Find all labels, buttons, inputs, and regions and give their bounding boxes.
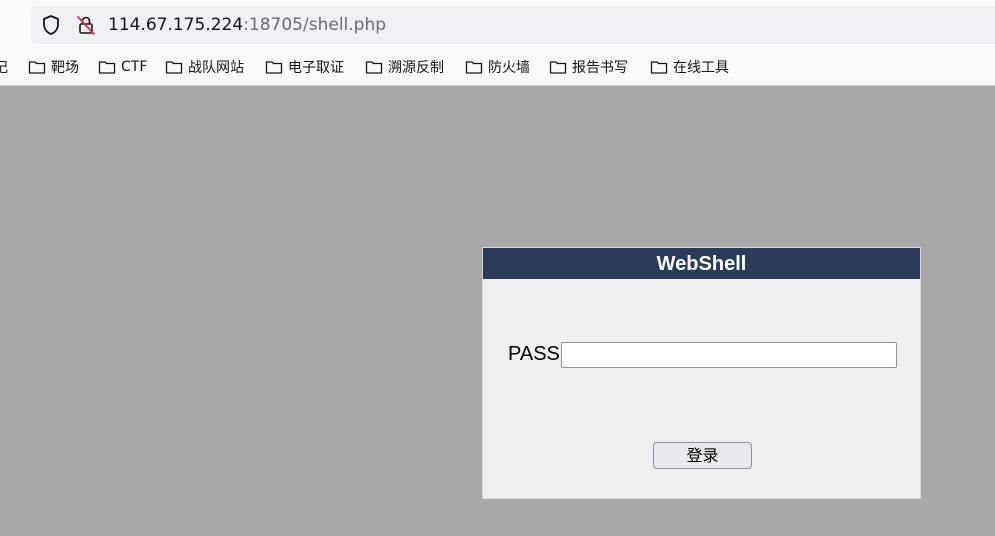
folder-icon — [365, 61, 383, 74]
bookmark-label: 报告书写 — [572, 60, 628, 76]
bookmark-folder[interactable]: CTF — [98, 57, 147, 77]
pass-label: PASS: — [508, 343, 566, 365]
bookmark-label: CTF — [121, 59, 148, 75]
folder-icon — [165, 61, 183, 74]
folder-icon — [98, 61, 116, 74]
bookmark-label: 电子取证 — [288, 60, 344, 76]
bookmark-label: 记 — [0, 60, 8, 76]
bookmark-label: 在线工具 — [673, 60, 729, 76]
bookmark-folder[interactable]: 战队网站 — [165, 57, 244, 77]
insecure-lock-icon[interactable] — [75, 14, 97, 36]
folder-icon — [28, 61, 46, 74]
bookmarks-bar: 记 靶场 CTF 战队网站 电子取证 溯源反制 防火墙 报告书写 在线工具 — [0, 52, 995, 82]
shield-icon[interactable] — [40, 14, 62, 36]
url-path: :18705/shell.php — [243, 15, 387, 35]
folder-icon — [549, 61, 567, 74]
login-panel: WebShell PASS: 登录 — [482, 247, 921, 499]
password-input[interactable] — [561, 342, 897, 368]
bookmark-folder[interactable]: 在线工具 — [650, 57, 729, 77]
folder-icon — [650, 61, 668, 74]
browser-toolbar: 114.67.175.224:18705/shell.php 记 靶场 CTF … — [0, 0, 995, 86]
bookmark-folder[interactable]: 靶场 — [28, 57, 79, 77]
bookmark-folder[interactable]: 报告书写 — [549, 57, 628, 77]
bookmark-folder[interactable]: 防火墙 — [465, 57, 530, 77]
url-host: 114.67.175.224 — [108, 15, 244, 35]
login-title: WebShell — [483, 248, 920, 279]
bookmark-label: 战队网站 — [188, 60, 244, 76]
bookmark-label: 靶场 — [51, 60, 79, 76]
folder-icon — [465, 61, 483, 74]
url-text[interactable]: 114.67.175.224:18705/shell.php — [108, 13, 386, 37]
bookmark-label: 溯源反制 — [388, 60, 444, 76]
bookmark-folder[interactable]: 电子取证 — [265, 57, 344, 77]
bookmark-label: 防火墙 — [488, 60, 530, 76]
login-button[interactable]: 登录 — [653, 442, 752, 469]
bookmark-item[interactable]: 记 — [0, 57, 8, 77]
bookmark-folder[interactable]: 溯源反制 — [365, 57, 444, 77]
folder-icon — [265, 61, 283, 74]
